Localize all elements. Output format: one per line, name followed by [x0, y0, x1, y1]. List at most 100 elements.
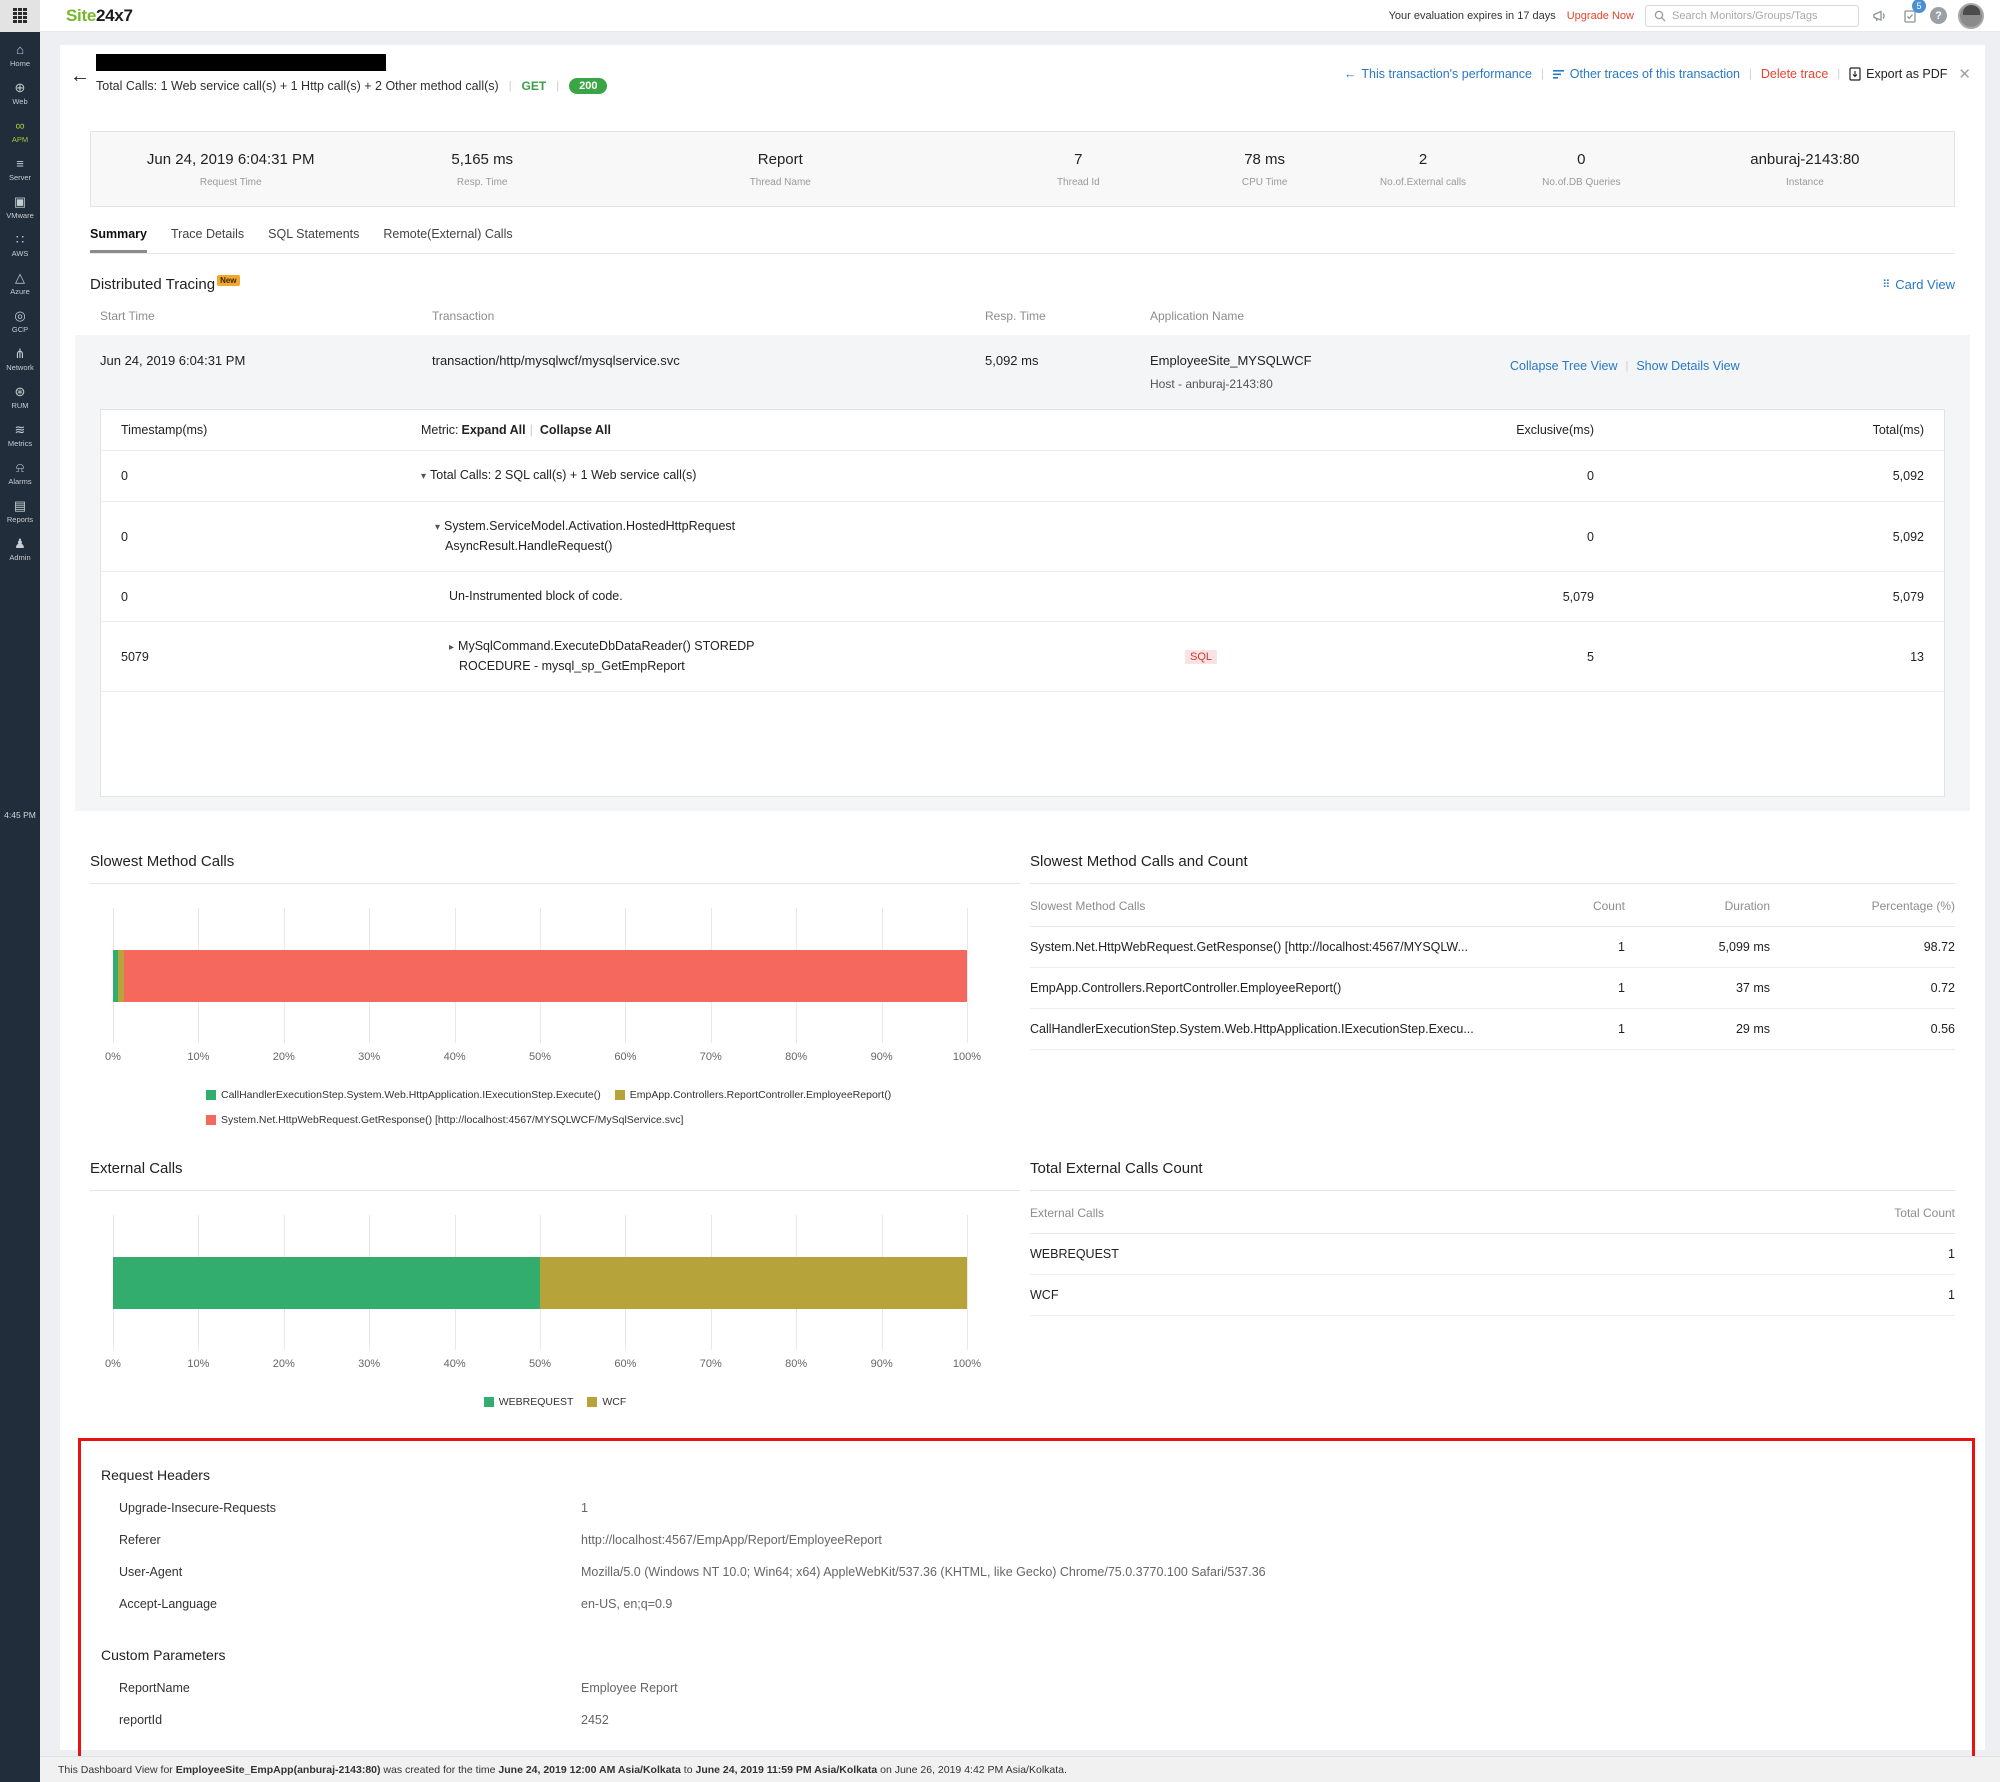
search-input[interactable] — [1672, 9, 1850, 22]
sidebar-item-server[interactable]: ≡ Server — [0, 156, 40, 182]
expanded-arrow-icon[interactable]: ▾ — [435, 522, 440, 533]
sidebar-item-reports[interactable]: ▤ Reports — [0, 498, 40, 524]
section-title: Distributed Tracing New — [90, 275, 240, 293]
slowest-method-calls-chart-card: Slowest Method Calls 0% 10% 20% 30% 40% 50% 60… — [90, 853, 1020, 1126]
sidebar-item-alarms[interactable]: ⍾ Alarms — [0, 460, 40, 486]
count-cell: 1 — [1618, 1022, 1625, 1036]
stat-no-of-external-calls: 2 No.of.External calls — [1339, 151, 1507, 188]
legend-label: System.Net.HttpWebRequest.GetResponse() … — [221, 1114, 684, 1126]
footer-segment: This Dashboard View for — [58, 1763, 176, 1776]
table-row[interactable]: CallHandlerExecutionStep.System.Web.Http… — [1030, 1009, 1955, 1050]
table-row[interactable]: WCF 1 — [1030, 1275, 1955, 1316]
legend-label: EmpApp.Controllers.ReportController.Empl… — [629, 1089, 892, 1101]
sidebar-item-azure[interactable]: △ Azure — [0, 270, 40, 296]
back-button[interactable]: ← — [70, 65, 90, 88]
sidebar-item-web[interactable]: ⊕ Web — [0, 80, 40, 106]
legend-label: WCF — [602, 1396, 627, 1408]
site24x7-logo[interactable]: Site24x7 — [66, 6, 133, 26]
method-cell: CallHandlerExecutionStep.System.Web.Http… — [1030, 1022, 1474, 1036]
exclusive-cell: 5,079 — [1562, 589, 1594, 604]
expand-all-link[interactable]: Expand All — [462, 423, 526, 437]
trace-tree-row[interactable]: 0 Un-Instrumented block of code. 5,079 5,07… — [101, 572, 1944, 622]
duration-cell: 37 ms — [1735, 981, 1770, 995]
metric-cell: ▸ MySqlCommand.ExecuteDbDataReader() STOR… — [421, 638, 1424, 675]
collapse-all-link[interactable]: Collapse All — [540, 423, 611, 437]
legend-swatch — [587, 1397, 598, 1407]
sidebar-item-apm[interactable]: ∞ APM — [0, 118, 40, 144]
bar-segment-system-net-httpwebrequest-getresponse-ht[interactable] — [123, 949, 967, 1002]
call-tree: Timestamp(ms) Metric: Expand All | Collapse… — [100, 409, 1945, 797]
sidebar-item-aws[interactable]: ∷ AWS — [0, 232, 40, 258]
stat-label: Request Time — [199, 176, 262, 188]
help-icon[interactable]: ? — [1930, 7, 1947, 24]
custom-parameter-row: ReportName Employee Report — [101, 1663, 1952, 1695]
legend-row: System.Net.HttpWebRequest.GetResponse() … — [206, 1114, 683, 1126]
trace-tree-row[interactable]: 5079 ▸ MySqlCommand.ExecuteDbDataReader() … — [101, 622, 1944, 692]
sidebar-item-metrics[interactable]: ≋ Metrics — [0, 422, 40, 448]
trace-tree-row[interactable]: 0 ▾ Total Calls: 2 SQL call(s) + 1 Web ser… — [101, 451, 1944, 502]
tab-trace-details[interactable]: Trace Details — [171, 227, 244, 253]
column-header: Duration — [1724, 899, 1770, 913]
x-tick-label: 30% — [358, 1051, 381, 1063]
x-tick-label: 90% — [870, 1358, 893, 1370]
card-view-grid-icon: ⠿ — [1882, 279, 1891, 291]
close-icon[interactable]: ✕ — [1958, 65, 1971, 83]
other-traces-link[interactable]: Other traces of this transaction — [1552, 67, 1740, 81]
request-header-row: User-Agent Mozilla/5.0 (Windows NT 10.0; … — [101, 1547, 1952, 1579]
table-title: Total External Calls Count — [1030, 1160, 1955, 1191]
stat-value: 7 — [1074, 150, 1083, 168]
trace-header: ← Total Calls: 1 Web service call(s) + 1… — [60, 45, 1985, 117]
sidebar-item-label: Web — [12, 97, 28, 106]
upgrade-now-link[interactable]: Upgrade Now — [1567, 10, 1634, 22]
footer-segment: on June 26, 2019 4:42 PM Asia/Kolkata. — [877, 1763, 1067, 1776]
sidebar-item-rum[interactable]: ⊛ RUM — [0, 384, 40, 410]
trace-subtitle-row: Total Calls: 1 Web service call(s) + 1 H… — [96, 78, 608, 94]
tab-remote-external-calls[interactable]: Remote(External) Calls — [383, 227, 512, 253]
card-view-button[interactable]: ⠿ Card View — [1882, 277, 1955, 292]
exclusive-header: Exclusive(ms) — [1516, 423, 1594, 437]
metric-text: Total Calls: 2 SQL call(s) + 1 Web servi… — [430, 468, 697, 482]
sidebar-item-vmware[interactable]: ▣ VMware — [0, 194, 40, 220]
table-row[interactable]: System.Net.HttpWebRequest.GetResponse() … — [1030, 927, 1955, 968]
new-badge: New — [217, 275, 240, 286]
filter-icon — [1552, 69, 1564, 79]
bar-segment-wcf[interactable] — [540, 1256, 967, 1309]
megaphone-icon[interactable] — [1870, 6, 1889, 25]
annotation-red-box: Request Headers Upgrade-Insecure-Request… — [78, 1438, 1975, 1770]
search-box[interactable] — [1645, 4, 1859, 27]
avatar[interactable] — [1958, 2, 1984, 29]
trace-tree-row[interactable]: 0 ▾ System.ServiceModel.Activation.HostedH… — [101, 502, 1944, 572]
total-cell: 5,079 — [1892, 589, 1924, 604]
sidebar-item-home[interactable]: ⌂ Home — [0, 42, 40, 68]
x-tick-label: 70% — [699, 1358, 722, 1370]
gridline — [967, 908, 968, 1043]
legend-item: WCF — [587, 1396, 626, 1408]
count-cell: 1 — [1618, 981, 1625, 995]
transaction-row[interactable]: Jun 24, 2019 6:04:31 PM transaction/http… — [75, 335, 1970, 403]
delete-trace-link[interactable]: Delete trace — [1761, 67, 1828, 81]
collapsed-arrow-icon[interactable]: ▸ — [449, 642, 454, 653]
request-header-value: en-US, en;q=0.9 — [581, 1597, 673, 1611]
sql-tag[interactable]: SQL — [1185, 649, 1218, 664]
app-grid-icon[interactable] — [0, 0, 40, 32]
export-pdf-link[interactable]: Export as PDF — [1849, 67, 1947, 81]
transaction-performance-link[interactable]: ← This transaction's performance — [1344, 67, 1532, 81]
count-cell: 1 — [1618, 940, 1625, 954]
tab-sql-statements[interactable]: SQL Statements — [268, 227, 359, 253]
table-row[interactable]: EmpApp.Controllers.ReportController.Empl… — [1030, 968, 1955, 1009]
collapse-tree-view-link[interactable]: Collapse Tree View — [1510, 359, 1617, 373]
request-header-value: Mozilla/5.0 (Windows NT 10.0; Win64; x64… — [581, 1565, 1266, 1579]
tab-summary[interactable]: Summary — [90, 227, 147, 253]
table-row[interactable]: WEBREQUEST 1 — [1030, 1234, 1955, 1275]
footer-segment: was created for the time — [380, 1763, 499, 1776]
sidebar-item-network[interactable]: ⋔ Network — [0, 346, 40, 372]
stat-resp-time: 5,165 ms Resp. Time — [370, 151, 594, 188]
column-header: Count — [1592, 899, 1625, 913]
tasks-icon[interactable]: 5 — [1900, 0, 1926, 25]
bar-segment-webrequest[interactable] — [113, 1256, 540, 1309]
chart-title: Slowest Method Calls — [90, 853, 1020, 884]
sidebar-item-admin[interactable]: ♟ Admin — [0, 536, 40, 562]
sidebar-item-gcp[interactable]: ◎ GCP — [0, 308, 40, 334]
show-details-view-link[interactable]: Show Details View — [1636, 359, 1739, 373]
expanded-arrow-icon[interactable]: ▾ — [421, 471, 426, 482]
